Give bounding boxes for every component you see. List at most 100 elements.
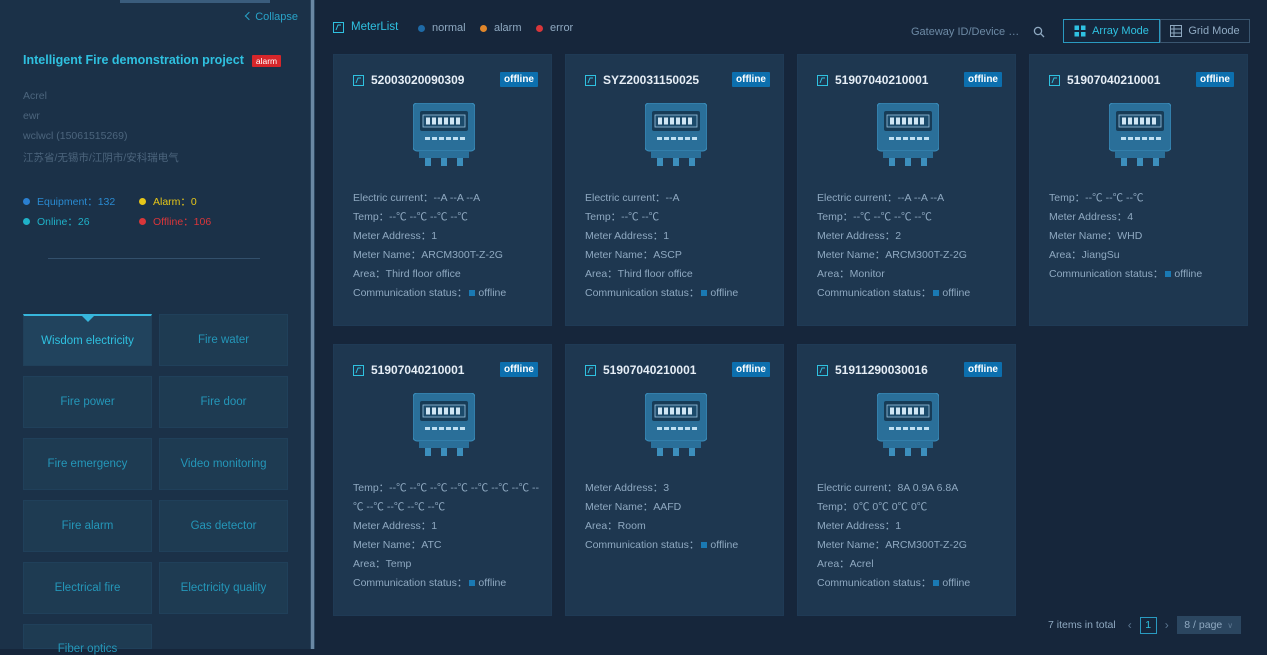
page-1-button[interactable]: 1 <box>1139 616 1157 634</box>
category-fiber-optics[interactable]: Fiber optics <box>23 624 152 655</box>
card-field: Meter Name：AAFD <box>585 501 682 513</box>
comm-status-value: offline <box>942 577 971 589</box>
card-details: Temp：--℃ --℃ --℃ --℃ --℃ --℃ --℃ --℃ --℃… <box>353 479 543 593</box>
meter-device-icon <box>877 393 939 456</box>
category-fire-water[interactable]: Fire water <box>159 314 288 366</box>
comm-status-icon <box>933 290 940 296</box>
comm-status-value: offline <box>710 539 739 551</box>
category-electrical-fire[interactable]: Electrical fire <box>23 562 152 614</box>
comm-status-value: offline <box>478 287 507 299</box>
normal-dot <box>418 24 425 32</box>
category-electricity-quality[interactable]: Electricity quality <box>159 562 288 614</box>
card-field: Electric current：8A 0.9A 6.8A <box>817 482 959 494</box>
meter-card[interactable]: 51907040210001 offline Electric current：--… <box>797 54 1016 326</box>
sidebar: Collapse Intelligent Fire demonstration … <box>0 0 310 655</box>
legend-normal: normal <box>418 22 466 34</box>
card-details: Electric current：--A --A --A Temp：--℃ --℃… <box>817 189 1007 303</box>
comm-status-icon <box>933 580 940 586</box>
meter-id-icon <box>585 74 596 86</box>
meter-id: 51907040210001 <box>603 363 697 377</box>
prev-page-icon[interactable]: ‹ <box>1128 618 1132 632</box>
card-field: Meter Name：WHD <box>1049 230 1143 242</box>
category-fire-power[interactable]: Fire power <box>23 376 152 428</box>
project-address: 江苏省/无锡市/江阴市/安科瑞电气 <box>23 152 179 164</box>
meter-id: 51907040210001 <box>371 363 465 377</box>
search-icon[interactable] <box>1033 26 1045 38</box>
card-header: 51911290030016 <box>817 363 928 377</box>
error-dot <box>536 24 543 32</box>
card-details: Electric current：--A --A --A Temp：--℃ --℃… <box>353 189 543 303</box>
pagination-total: 7 items in total <box>1048 619 1116 631</box>
status-badge: offline <box>732 362 770 377</box>
card-field: Meter Address：1 <box>353 520 438 532</box>
comm-status-value: offline <box>710 287 739 299</box>
meter-card[interactable]: 51911290030016 offline Electric current：8A… <box>797 344 1016 616</box>
comm-status-value: offline <box>942 287 971 299</box>
category-gas-detector[interactable]: Gas detector <box>159 500 288 552</box>
meter-card[interactable]: 51907040210001 offline Temp：--℃ --℃ --℃ --… <box>333 344 552 616</box>
comm-status-icon <box>1165 271 1172 277</box>
category-fire-alarm[interactable]: Fire alarm <box>23 500 152 552</box>
card-field: Communication status： offline <box>353 577 507 589</box>
card-field: Communication status： offline <box>585 539 739 551</box>
online-dot <box>23 218 30 225</box>
card-field: Communication status： offline <box>1049 268 1203 280</box>
card-details: Temp：--℃ --℃ --℃ Meter Address：4 Meter Nam… <box>1049 189 1239 284</box>
next-page-icon[interactable]: › <box>1165 618 1169 632</box>
equipment-dot <box>23 198 30 205</box>
card-field: Electric current：--A <box>585 192 680 204</box>
category-video-monitoring[interactable]: Video monitoring <box>159 438 288 490</box>
status-badge: offline <box>500 72 538 87</box>
category-fire-emergency[interactable]: Fire emergency <box>23 438 152 490</box>
meter-device-icon <box>645 393 707 456</box>
category-fire-door[interactable]: Fire door <box>159 376 288 428</box>
card-header: 52003020090309 <box>353 73 464 87</box>
search-input[interactable]: Gateway ID/Device M... <box>911 22 1045 42</box>
card-field: Meter Address：2 <box>817 230 902 242</box>
meter-card[interactable]: 51907040210001 offline Temp：--℃ --℃ --℃ Met… <box>1029 54 1248 326</box>
project-company: Acrel <box>23 90 47 102</box>
array-mode-button[interactable]: Array Mode <box>1063 19 1160 43</box>
comm-status-icon <box>701 542 708 548</box>
comm-status-value: offline <box>478 577 507 589</box>
status-badge: offline <box>500 362 538 377</box>
meter-device-icon <box>877 103 939 166</box>
card-header: 51907040210001 <box>1049 73 1160 87</box>
card-header: 51907040210001 <box>585 363 696 377</box>
meter-id: 51907040210001 <box>1067 73 1161 87</box>
page-size-select[interactable]: 8 / page ∨ <box>1176 616 1241 634</box>
project-title: Intelligent Fire demonstration project al… <box>23 53 282 67</box>
category-wisdom-electricity[interactable]: Wisdom electricity <box>23 314 152 366</box>
card-field: Meter Address：1 <box>817 520 902 532</box>
sidebar-divider <box>48 258 260 259</box>
legend-alarm: alarm <box>480 22 522 34</box>
meter-id: SYZ20031150025 <box>603 73 700 87</box>
meter-id: 52003020090309 <box>371 73 465 87</box>
collapse-button[interactable]: Collapse <box>244 11 298 23</box>
meter-device-icon <box>645 103 707 166</box>
meterlist-title: MeterList <box>351 21 399 33</box>
alarm-legend-dot <box>480 24 487 32</box>
card-field: Area：Third floor office <box>353 268 461 280</box>
meter-id-icon <box>1049 74 1060 86</box>
status-badge: offline <box>732 72 770 87</box>
card-header: SYZ20031150025 <box>585 73 699 87</box>
grid-mode-icon <box>1170 25 1183 37</box>
card-field: Area：Acrel <box>817 558 874 570</box>
sidebar-top-indicator <box>120 0 270 3</box>
card-field: Area：Room <box>585 520 646 532</box>
card-field: Communication status： offline <box>353 287 507 299</box>
sidebar-scrollbar-thumb[interactable] <box>311 0 314 649</box>
offline-stat: Offline：106 <box>139 214 211 229</box>
meter-card[interactable]: 51907040210001 offline Meter Address：3 Mete… <box>565 344 784 616</box>
grid-mode-button[interactable]: Grid Mode <box>1160 19 1250 43</box>
meter-id-icon <box>353 364 364 376</box>
card-field: Temp：--℃ --℃ --℃ --℃ --℃ --℃ --℃ --℃ --℃… <box>353 482 540 513</box>
meter-id: 51911290030016 <box>835 363 928 377</box>
meter-card[interactable]: SYZ20031150025 offline Electric current：--… <box>565 54 784 326</box>
equipment-stat: Equipment：132 <box>23 194 115 209</box>
card-field: Temp：--℃ --℃ --℃ <box>1049 192 1144 204</box>
card-details: Electric current：--A Temp：--℃ --℃ Meter Ad… <box>585 189 775 303</box>
card-field: Meter Address：1 <box>585 230 670 242</box>
meter-card[interactable]: 52003020090309 offline Electric current：--… <box>333 54 552 326</box>
